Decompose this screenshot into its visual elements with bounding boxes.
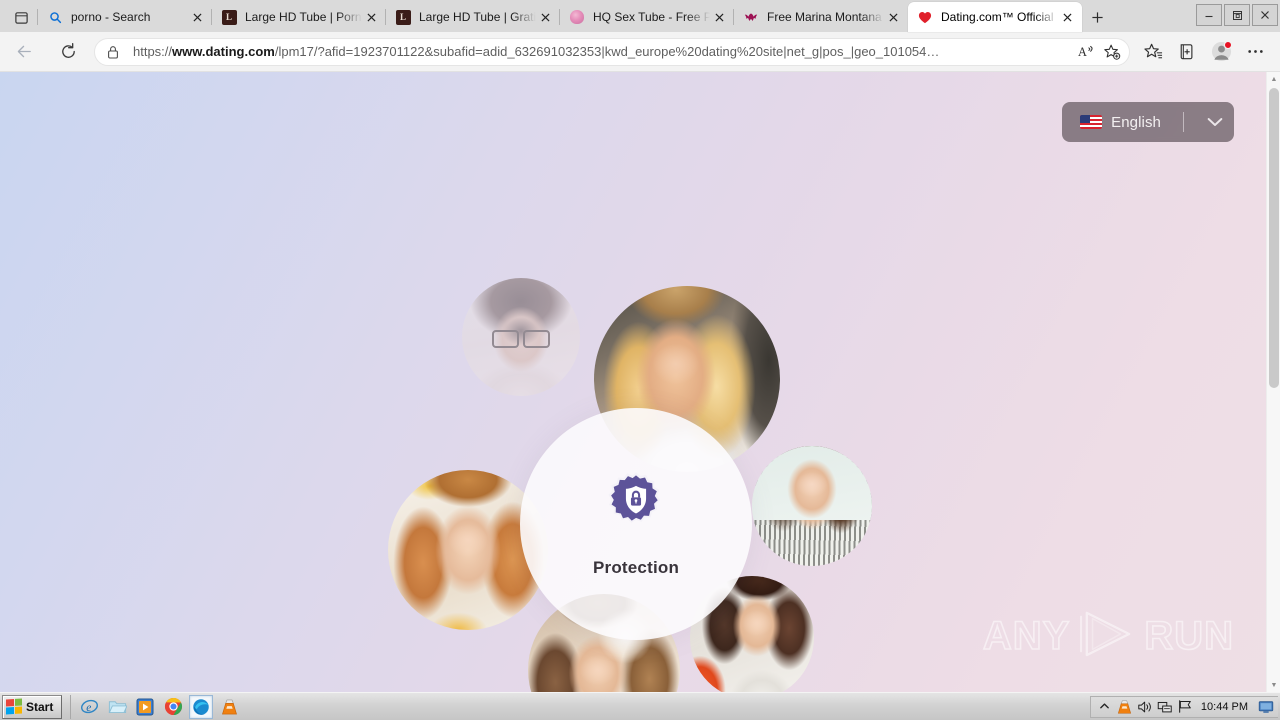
- profile-button[interactable]: [1204, 36, 1238, 68]
- browser-tab-2[interactable]: L Large HD Tube | Gratis: [385, 2, 560, 32]
- url-text[interactable]: https://www.dating.com/lpm17/?afid=19237…: [133, 44, 1073, 59]
- restore-icon: [1232, 10, 1242, 20]
- tab-title: HQ Sex Tube - Free P: [593, 10, 710, 24]
- favorites-button[interactable]: [1136, 36, 1170, 68]
- edge-icon[interactable]: [189, 694, 214, 719]
- chevron-down-icon[interactable]: [1200, 107, 1230, 137]
- tab-close-button[interactable]: [188, 8, 206, 26]
- refresh-button[interactable]: [52, 36, 84, 68]
- page-scrollbar[interactable]: ▲ ▼: [1266, 72, 1280, 692]
- restore-button[interactable]: [1224, 4, 1250, 26]
- favorites-icon: [1143, 43, 1162, 59]
- language-label: English: [1111, 113, 1161, 131]
- tab-close-button[interactable]: [362, 8, 380, 26]
- plus-icon: [1091, 11, 1103, 23]
- tab-title: Large HD Tube | Gratis: [419, 10, 536, 24]
- address-bar[interactable]: https://www.dating.com/lpm17/?afid=19237…: [94, 37, 1130, 66]
- tab-search-button[interactable]: [4, 2, 38, 32]
- close-button[interactable]: [1252, 4, 1278, 26]
- close-icon: [1261, 11, 1269, 19]
- volume-icon[interactable]: [1135, 697, 1155, 717]
- tab-title: porno - Search: [71, 10, 151, 24]
- add-favorite-icon[interactable]: [1099, 40, 1125, 64]
- scroll-up-arrow[interactable]: ▲: [1267, 72, 1280, 86]
- show-desktop-icon[interactable]: [1256, 698, 1276, 716]
- vlc-tray-icon[interactable]: [1115, 697, 1135, 717]
- tab-strip: porno - Search L Large HD Tube | Porn L …: [0, 0, 1280, 32]
- shield-lock-badge-icon: [605, 470, 667, 532]
- minimize-button[interactable]: [1196, 4, 1222, 26]
- scroll-thumb[interactable]: [1269, 88, 1279, 388]
- tab-title: Free Marina Montana: [767, 10, 882, 24]
- hq-icon: [569, 9, 585, 25]
- language-selector[interactable]: English: [1062, 102, 1234, 142]
- windows-logo-icon: [6, 698, 22, 715]
- arrow-left-icon: [17, 45, 31, 58]
- bat-icon: [743, 9, 759, 25]
- read-aloud-icon[interactable]: A: [1073, 40, 1099, 64]
- lhd-icon: L: [395, 9, 411, 25]
- vlc-icon[interactable]: [217, 695, 241, 719]
- minimize-icon: [1205, 15, 1213, 18]
- svg-text:A: A: [1078, 45, 1087, 59]
- browser-tab-0[interactable]: porno - Search: [37, 2, 212, 32]
- taskbar: Start e 10:44 PM: [0, 692, 1280, 720]
- tab-title: Dating.com™ Official: [941, 10, 1054, 24]
- page-viewport: English Protection ANY RUN ▲ ▼: [0, 72, 1280, 692]
- lhd-icon: L: [221, 9, 237, 25]
- settings-more-icon: [1247, 50, 1263, 53]
- tab-close-button[interactable]: [710, 8, 728, 26]
- network-icon[interactable]: [1155, 697, 1175, 717]
- us-flag-icon: [1080, 115, 1103, 129]
- start-label: Start: [26, 699, 54, 714]
- new-tab-button[interactable]: [1082, 2, 1112, 32]
- refresh-icon: [61, 43, 75, 58]
- search-icon: [47, 9, 63, 25]
- lock-icon: [107, 45, 123, 59]
- protection-card: Protection: [520, 408, 752, 640]
- photo-glasses: [462, 278, 580, 396]
- tab-close-button[interactable]: [884, 8, 902, 26]
- action-flag-icon[interactable]: [1175, 697, 1195, 717]
- photo-striped: [752, 446, 872, 566]
- settings-and-more-button[interactable]: [1238, 36, 1272, 68]
- browser-tab-1[interactable]: L Large HD Tube | Porn: [211, 2, 386, 32]
- collections-button[interactable]: [1170, 36, 1204, 68]
- media-player-icon[interactable]: [133, 695, 157, 719]
- browser-tab-3[interactable]: HQ Sex Tube - Free P: [559, 2, 734, 32]
- back-button[interactable]: [8, 36, 40, 68]
- window-controls: [1194, 0, 1278, 30]
- svg-text:e: e: [86, 702, 91, 714]
- internet-explorer-icon[interactable]: e: [77, 695, 101, 719]
- heart-icon: [917, 9, 933, 25]
- show-hidden-icons-icon[interactable]: [1095, 697, 1115, 717]
- protection-label: Protection: [592, 558, 680, 577]
- quick-launch-bar: e: [70, 694, 245, 719]
- chrome-icon[interactable]: [161, 695, 185, 719]
- scroll-down-arrow[interactable]: ▼: [1267, 678, 1280, 692]
- profile-notification-badge: [1224, 40, 1232, 49]
- browser-toolbar: https://www.dating.com/lpm17/?afid=19237…: [0, 32, 1280, 72]
- system-tray: 10:44 PM: [1089, 695, 1278, 718]
- browser-tab-4[interactable]: Free Marina Montana: [733, 2, 908, 32]
- tab-search-icon: [14, 11, 28, 24]
- divider: [1183, 112, 1184, 132]
- tray-clock[interactable]: 10:44 PM: [1195, 701, 1254, 713]
- folder-icon[interactable]: [105, 695, 129, 719]
- browser-tab-5-active[interactable]: Dating.com™ Official: [908, 2, 1082, 32]
- tab-close-button[interactable]: [536, 8, 554, 26]
- start-button[interactable]: Start: [2, 694, 63, 719]
- collections-icon: [1180, 44, 1192, 60]
- tab-close-button[interactable]: [1058, 8, 1076, 26]
- browser-window: porno - Search L Large HD Tube | Porn L …: [0, 0, 1280, 692]
- tab-title: Large HD Tube | Porn: [245, 10, 362, 24]
- glasses-detail: [492, 330, 550, 348]
